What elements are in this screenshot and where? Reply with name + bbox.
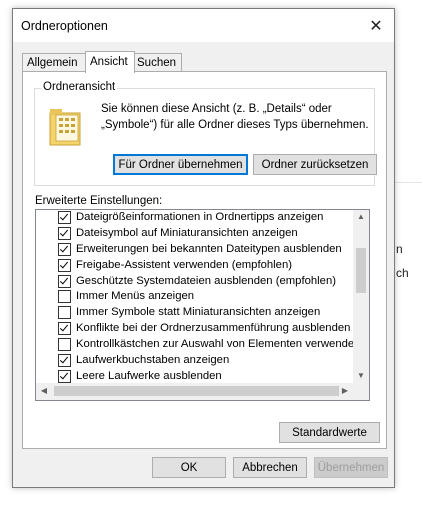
background-divider	[395, 182, 422, 183]
reset-folders-button[interactable]: Ordner zurücksetzen	[253, 154, 377, 175]
folder-view-legend: Ordneransicht	[41, 81, 118, 93]
tab-general[interactable]: Allgemein	[22, 53, 89, 72]
scroll-right-icon[interactable]: ▶	[337, 384, 353, 398]
horizontal-scroll-thumb[interactable]	[54, 386, 339, 396]
apply-to-folders-button[interactable]: Für Ordner übernehmen	[113, 154, 248, 175]
list-item[interactable]: Dateisymbol auf Miniaturansichten anzeig…	[36, 226, 352, 242]
checkbox[interactable]	[58, 354, 71, 368]
checkbox[interactable]	[58, 369, 71, 383]
checkbox[interactable]	[58, 322, 71, 336]
ok-button[interactable]: OK	[152, 457, 226, 478]
tab-view[interactable]: Ansicht	[85, 51, 135, 73]
tab-search[interactable]: Suchen	[132, 53, 182, 72]
dialog-title: Ordneroptionen	[21, 19, 108, 33]
scroll-left-icon[interactable]: ◀	[36, 384, 52, 398]
list-item[interactable]: Erweiterungen bei bekannten Dateitypen a…	[36, 242, 352, 258]
folder-options-dialog: Ordneroptionen ✕ Allgemein Ansicht Suche…	[12, 8, 395, 488]
advanced-settings-list: Dateigrößeinformationen in Ordnertipps a…	[35, 209, 370, 401]
apply-button[interactable]: Übernehmen	[314, 457, 388, 478]
checkbox[interactable]	[58, 290, 71, 304]
horizontal-scrollbar[interactable]: ◀ ▶	[36, 383, 369, 400]
checkbox[interactable]	[58, 258, 71, 272]
checkbox[interactable]	[58, 226, 71, 240]
list-item[interactable]: Laufwerkbuchstaben anzeigen	[36, 353, 352, 369]
restore-defaults-button[interactable]: Standardwerte	[279, 422, 380, 443]
list-item[interactable]: Immer Menüs anzeigen	[36, 289, 352, 305]
checkbox[interactable]	[58, 306, 71, 320]
cancel-button[interactable]: Abbrechen	[233, 457, 307, 478]
background-text-fragment: n	[396, 242, 403, 256]
folder-view-description: Sie können diese Ansicht (z. B. „Details…	[101, 103, 369, 131]
scroll-up-icon[interactable]: ▲	[353, 210, 369, 224]
list-item[interactable]: Freigabe-Assistent verwenden (empfohlen)	[36, 258, 352, 274]
scroll-down-icon[interactable]: ▼	[353, 369, 369, 383]
checkbox[interactable]	[58, 242, 71, 256]
list-item[interactable]: Dateigrößeinformationen in Ordnertipps a…	[36, 210, 352, 226]
list-item[interactable]: Geschützte Systemdateien ausblenden (emp…	[36, 274, 352, 290]
background-text-fragment: ch	[396, 266, 409, 280]
advanced-settings-label: Erweiterte Einstellungen:	[35, 195, 163, 207]
checkbox[interactable]	[58, 211, 71, 224]
folder-view-icon	[49, 109, 81, 146]
folder-view-group: Ordneransicht Sie können diese Ansicht (…	[34, 81, 377, 186]
list-item[interactable]: Konflikte bei der Ordnerzusammenführung …	[36, 321, 352, 337]
list-item[interactable]: Immer Symbole statt Miniaturansichten an…	[36, 305, 352, 321]
checkbox[interactable]	[58, 274, 71, 288]
title-bar: Ordneroptionen ✕	[13, 9, 394, 42]
advanced-settings-items: Dateigrößeinformationen in Ordnertipps a…	[36, 210, 360, 385]
view-tab-panel: Ordneransicht Sie können diese Ansicht (…	[22, 71, 387, 449]
close-icon[interactable]: ✕	[358, 9, 394, 42]
vertical-scroll-thumb[interactable]	[356, 248, 366, 293]
list-item[interactable]: Kontrollkästchen zur Auswahl von Element…	[36, 337, 360, 353]
checkbox[interactable]	[58, 338, 71, 352]
vertical-scrollbar[interactable]: ▲ ▼	[353, 210, 369, 383]
